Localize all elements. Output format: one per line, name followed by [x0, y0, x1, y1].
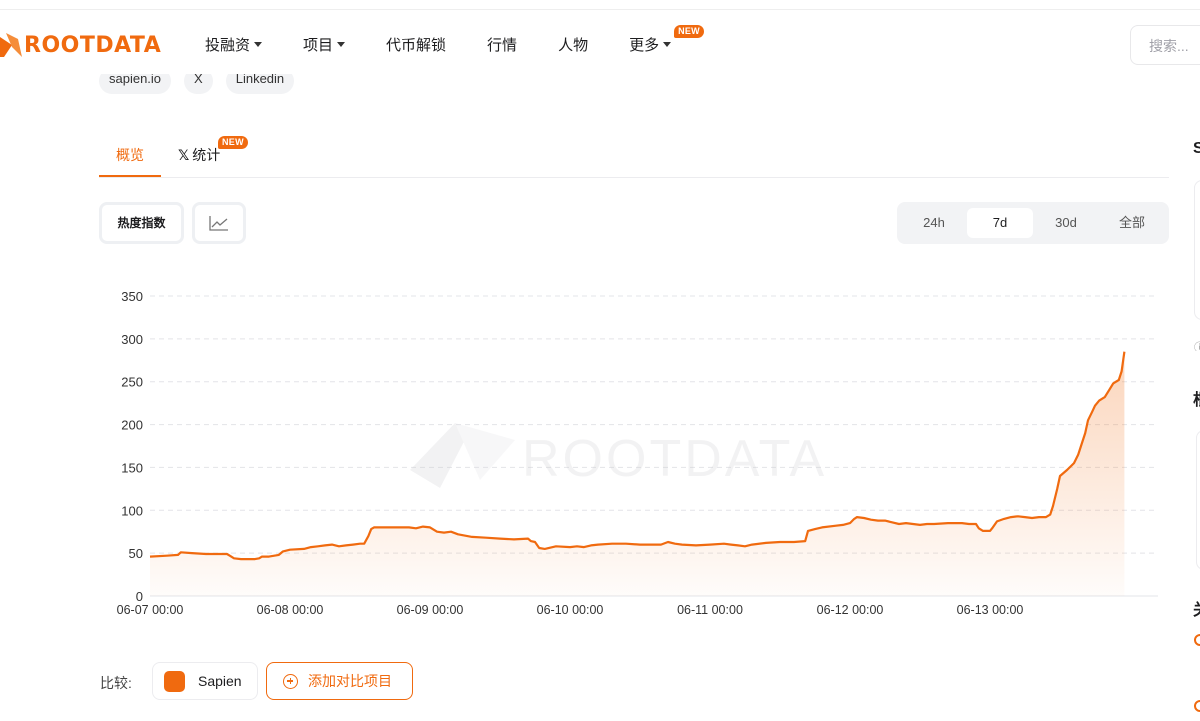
nav-item-more[interactable]: 更多 NEW: [629, 25, 704, 55]
caret-down-icon: [254, 42, 263, 47]
watermark-logo-icon: [455, 423, 515, 480]
nav-item-label: 更多: [629, 37, 660, 54]
x-tick-label: 06-12 00:00: [817, 603, 884, 617]
compare-project-chip[interactable]: Sapien: [152, 662, 258, 700]
nav-item-people[interactable]: 人物: [558, 34, 588, 55]
top-divider: [0, 9, 1200, 10]
metric-label: 热度指数: [117, 216, 166, 230]
compare-label: 比较:: [100, 675, 132, 691]
y-tick-label: 100: [121, 503, 143, 518]
y-tick-label: 350: [121, 289, 143, 304]
new-badge: NEW: [674, 25, 704, 38]
x-tick-label: 06-08 00:00: [257, 603, 324, 617]
y-axis-ticks: 0 50 100 150 200 250 300 350: [121, 289, 143, 604]
logo-text: ROOTDATA: [24, 32, 162, 58]
nav-item-projects[interactable]: 项目: [303, 34, 346, 55]
sidebar-heading-fragment: 根: [1193, 386, 1200, 410]
caret-down-icon: [337, 42, 346, 47]
add-compare-label: 添加对比项目: [308, 673, 392, 689]
y-tick-label: 250: [121, 375, 143, 390]
y-tick-label: 200: [121, 418, 143, 433]
watermark-text: ROOTDATA: [522, 430, 827, 488]
nav-item-label: 代币解锁: [386, 37, 447, 54]
timeline-dot-icon: [1194, 700, 1200, 712]
active-tab-indicator: [99, 175, 161, 177]
add-compare-project-button[interactable]: 添加对比项目: [266, 662, 413, 700]
nav-item-token-unlock[interactable]: 代币解锁: [386, 34, 446, 55]
nav-item-label: 行情: [487, 37, 518, 54]
info-icon: ⓘ: [1194, 342, 1200, 351]
x-axis-ticks: 06-07 00:00 06-08 00:00 06-09 00:00 06-10 0…: [117, 603, 1024, 617]
nav-item-label: 项目: [303, 37, 334, 54]
nav-item-market[interactable]: 行情: [487, 34, 517, 55]
nav-item-label: 投融资: [205, 37, 251, 54]
rootdata-logo-icon: [0, 33, 22, 57]
range-30d-button[interactable]: 30d: [1033, 208, 1099, 238]
chips-overlap-mask: [90, 60, 390, 74]
x-tick-label: 06-11 00:00: [677, 603, 743, 617]
y-tick-label: 300: [121, 332, 143, 347]
tab-bar: 概览 𝕏 统计 NEW: [99, 135, 1169, 178]
range-24h-button[interactable]: 24h: [901, 208, 967, 238]
compare-project-name: Sapien: [198, 673, 242, 689]
range-all-button[interactable]: 全部: [1099, 208, 1165, 238]
y-tick-label: 150: [121, 460, 143, 475]
nav-item-label: 人物: [558, 37, 589, 54]
series-color-swatch: [164, 670, 185, 692]
plus-circle-icon: [283, 673, 298, 689]
x-tick-label: 06-09 00:00: [397, 603, 464, 617]
line-chart-icon: [209, 216, 228, 231]
tab-label: 统计: [192, 147, 221, 163]
x-tick-label: 06-13 00:00: [957, 603, 1024, 617]
search-input[interactable]: 搜索...: [1130, 25, 1200, 65]
time-range-selector: 24h 7d 30d 全部: [897, 202, 1169, 244]
caret-down-icon: [663, 42, 672, 47]
chart-watermark: ROOTDATA: [410, 423, 827, 488]
range-label: 全部: [1118, 215, 1145, 230]
tab-x-stats[interactable]: 𝕏 统计 NEW: [178, 136, 248, 165]
rootdata-logo[interactable]: ROOTDATA: [0, 30, 161, 60]
tab-label: 概览: [116, 147, 144, 163]
range-label: 7d: [992, 215, 1008, 230]
new-badge: NEW: [218, 136, 248, 149]
sidebar-card: [1196, 430, 1200, 570]
metric-select-button[interactable]: 热度指数: [99, 202, 184, 244]
y-tick-label: 50: [129, 546, 143, 561]
x-logo-icon: 𝕏: [178, 148, 190, 164]
main-nav: 投融资 项目 代币解锁 行情 人物 更多 NEW: [205, 25, 712, 55]
tab-overview[interactable]: 概览: [116, 145, 144, 165]
heat-index-chart[interactable]: ROOTDATA 0 50 100 150 200 250 300 350 06-07 00:…: [0, 280, 1180, 620]
range-label: 24h: [923, 215, 945, 230]
sidebar-heading-fragment: 关: [1193, 596, 1200, 620]
nav-item-financing[interactable]: 投融资: [205, 34, 263, 55]
range-label: 30d: [1055, 215, 1077, 230]
sidebar-card: [1194, 180, 1200, 320]
sidebar-heading-fragment: S: [1193, 140, 1200, 157]
range-7d-button[interactable]: 7d: [967, 208, 1033, 238]
timeline-dot-icon: [1194, 634, 1200, 646]
y-tick-label: 0: [136, 589, 143, 604]
line-chart-toggle-button[interactable]: [192, 202, 246, 244]
x-tick-label: 06-10 00:00: [537, 603, 604, 617]
x-tick-label: 06-07 00:00: [117, 603, 184, 617]
search-placeholder: 搜索...: [1149, 38, 1189, 54]
